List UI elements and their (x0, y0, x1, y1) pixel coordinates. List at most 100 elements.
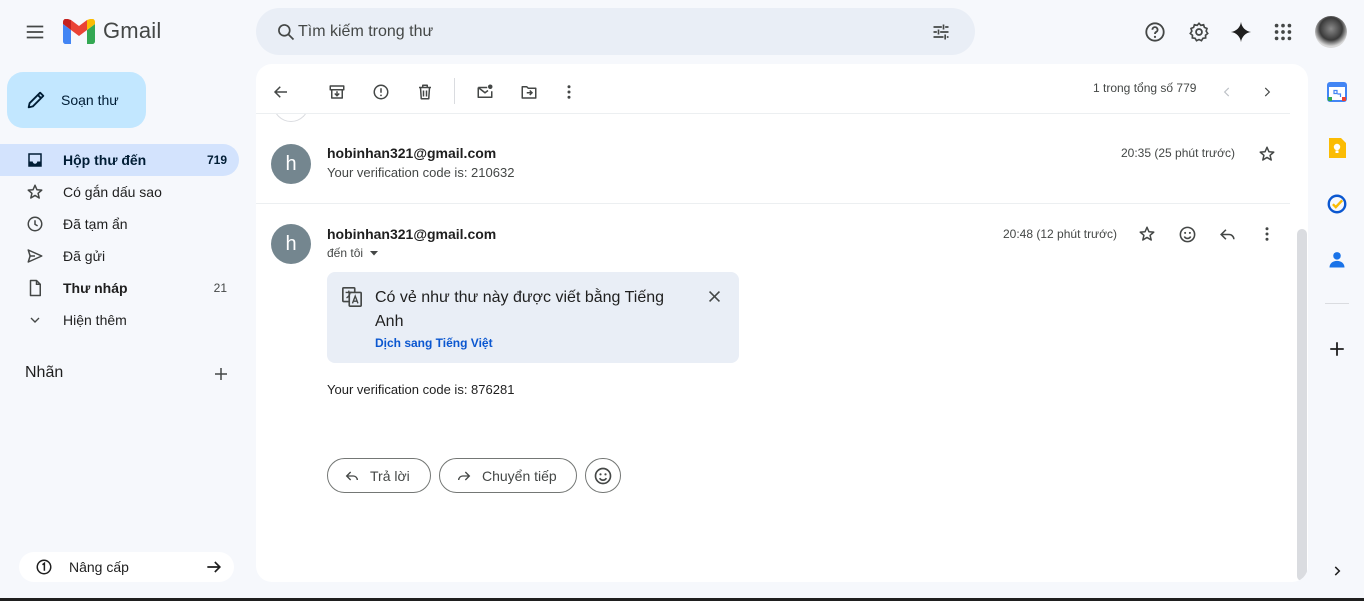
account-avatar[interactable] (1315, 16, 1347, 48)
sidebar-item-label: Đã gửi (63, 248, 106, 264)
mark-unread-button[interactable] (469, 76, 501, 108)
draft-icon (25, 278, 45, 298)
older-button[interactable] (1251, 76, 1283, 108)
message-collapsed[interactable]: h hobinhan321@gmail.com Your verificatio… (256, 124, 1290, 203)
sidebar-item-label: Hộp thư đến (63, 152, 147, 168)
search-input[interactable] (298, 8, 898, 55)
upgrade-button[interactable]: Nâng cấp (19, 552, 234, 582)
toolbar-divider (454, 78, 455, 104)
emoji-icon (1179, 226, 1195, 242)
caret-down-icon (370, 251, 379, 256)
delete-icon (419, 84, 431, 100)
chevron-down-icon (25, 310, 45, 330)
show-side-panel-button[interactable] (1325, 559, 1349, 583)
sidebar-item-snoozed[interactable]: Đã tạm ẩn (0, 208, 239, 240)
keep-icon (1329, 138, 1346, 158)
inbox-icon (25, 150, 45, 170)
reply-button[interactable] (1213, 220, 1241, 248)
contacts-app-button[interactable] (1325, 248, 1349, 272)
tasks-app-button[interactable] (1325, 192, 1349, 216)
contacts-icon (1329, 252, 1345, 268)
star-button[interactable] (1253, 140, 1281, 168)
sender-email: hobinhan321@gmail.com (327, 226, 497, 242)
reaction-pill-button[interactable] (585, 458, 621, 493)
star-button[interactable] (1133, 220, 1161, 248)
close-translate-button[interactable] (701, 283, 727, 309)
pencil-icon (27, 91, 45, 109)
sidebar-item-drafts[interactable]: Thư nháp 21 (0, 272, 239, 304)
plus-icon (215, 368, 227, 380)
more-options-button[interactable] (553, 76, 585, 108)
translate-message: Có vẻ như thư này được viết bằng Tiếng A… (375, 289, 665, 330)
sidebar-item-starred[interactable]: Có gắn dấu sao (0, 176, 239, 208)
gemini-icon (1230, 21, 1252, 43)
sender-avatar: h (271, 224, 311, 264)
newer-button[interactable] (1211, 76, 1243, 108)
forward-icon (458, 471, 471, 480)
message-time: 20:48 (12 phút trước) (1003, 227, 1117, 241)
settings-button[interactable] (1179, 12, 1219, 52)
reply-pill-button[interactable]: Trả lời (327, 458, 431, 493)
filter-icon (933, 24, 949, 40)
menu-icon (26, 25, 44, 39)
report-spam-button[interactable] (365, 76, 397, 108)
get-addons-button[interactable] (1325, 337, 1349, 361)
add-label-button[interactable] (208, 361, 234, 387)
forward-label: Chuyển tiếp (482, 467, 557, 484)
emoji-icon (594, 467, 612, 484)
reply-icon (1219, 228, 1235, 240)
translate-link[interactable]: Dịch sang Tiếng Việt (375, 336, 493, 350)
apps-button[interactable] (1263, 12, 1303, 52)
sidebar-item-sent[interactable]: Đã gửi (0, 240, 239, 272)
keep-app-button[interactable] (1325, 136, 1349, 160)
sidebar-item-inbox[interactable]: Hộp thư đến 719 (0, 144, 239, 176)
chevron-right-icon (1334, 566, 1341, 576)
main-menu-button[interactable] (15, 12, 55, 52)
scrollbar-thumb[interactable] (1297, 229, 1307, 581)
sidebar-item-more[interactable]: Hiện thêm (0, 304, 239, 336)
back-button[interactable] (265, 76, 297, 108)
delete-button[interactable] (409, 76, 441, 108)
next-icon (1264, 87, 1271, 97)
sidebar-item-label: Thư nháp (63, 280, 128, 296)
add-reaction-button[interactable] (1173, 220, 1201, 248)
more-vert-icon (1265, 227, 1269, 241)
prev-icon (1223, 87, 1230, 97)
recipient-details[interactable]: đến tôi (327, 246, 379, 260)
apps-icon (1274, 23, 1292, 41)
search-options-button[interactable] (921, 12, 961, 52)
sidebar-item-label: Hiện thêm (63, 312, 127, 328)
calendar-app-button[interactable] (1325, 80, 1349, 104)
gear-icon (1189, 22, 1209, 42)
mark-unread-icon (477, 84, 493, 98)
rail-divider (1325, 303, 1349, 304)
search-icon (278, 24, 295, 41)
archive-button[interactable] (321, 76, 353, 108)
calendar-icon (1327, 82, 1347, 102)
labels-heading: Nhãn (25, 364, 64, 381)
move-to-button[interactable] (513, 76, 545, 108)
back-arrow-icon (273, 86, 287, 98)
arrow-right-icon (207, 561, 222, 573)
sidebar-item-label: Đã tạm ẩn (63, 216, 128, 232)
forward-pill-button[interactable]: Chuyển tiếp (439, 458, 577, 493)
upgrade-label: Nâng cấp (69, 559, 129, 575)
message-more-button[interactable] (1253, 220, 1281, 248)
message-body: Your verification code is: 876281 (327, 382, 515, 397)
compose-button[interactable]: Soạn thư (7, 72, 146, 128)
unread-count: 719 (206, 153, 227, 167)
gmail-m-icon (63, 18, 95, 44)
pager-text: 1 trong tổng số 779 (1093, 81, 1197, 95)
message-time: 20:35 (25 phút trước) (1121, 146, 1235, 160)
toolbar-divider-line (256, 113, 1290, 114)
help-icon (1145, 22, 1165, 42)
gmail-logo[interactable]: Gmail (63, 18, 161, 44)
upgrade-icon (36, 559, 52, 575)
gemini-button[interactable] (1221, 12, 1261, 52)
search-bar[interactable] (256, 8, 975, 55)
to-label: đến tôi (327, 246, 364, 260)
sender-email: hobinhan321@gmail.com (327, 145, 497, 161)
help-button[interactable] (1135, 12, 1175, 52)
star-icon (25, 182, 45, 202)
close-icon (708, 290, 720, 302)
